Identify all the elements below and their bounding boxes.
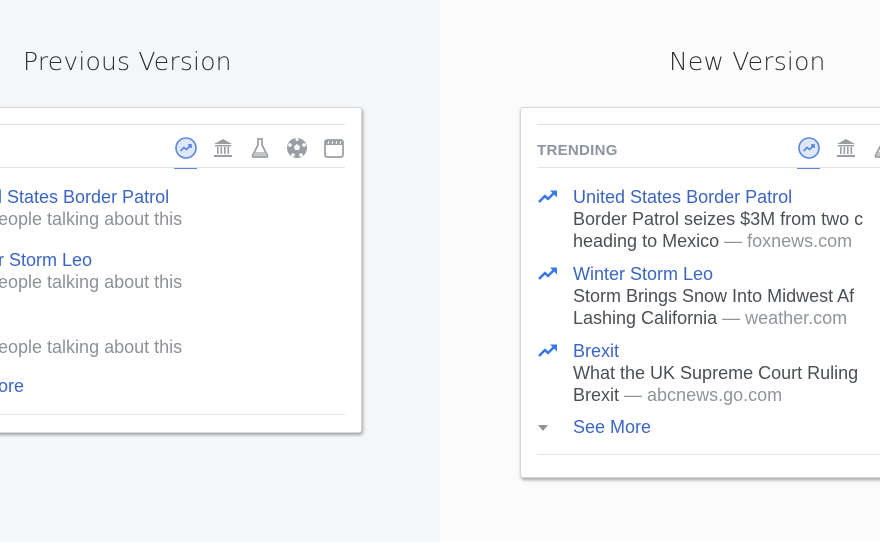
- list-item[interactable]: eople talking about this: [0, 336, 182, 358]
- item-talking-count: eople talking about this: [0, 209, 183, 229]
- item-headline[interactable]: Storm Brings Snow Into Midwest Af: [573, 285, 854, 307]
- divider: [537, 167, 880, 168]
- trending-header: TRENDING: [537, 142, 618, 159]
- item-headline[interactable]: What the UK Supreme Court Ruling: [573, 362, 858, 384]
- item-headline-end[interactable]: Lashing California: [573, 308, 717, 328]
- see-more-link[interactable]: See More: [538, 417, 651, 438]
- category-tabs: [790, 130, 880, 169]
- item-title[interactable]: l States Border Patrol: [0, 186, 182, 208]
- entertainment-icon[interactable]: [315, 130, 352, 166]
- list-item[interactable]: Brexit What the UK Supreme Court Ruling …: [538, 340, 858, 406]
- list-item[interactable]: Winter Storm Leo Storm Brings Snow Into …: [538, 263, 854, 329]
- separator: —: [717, 308, 746, 328]
- divider: [537, 124, 880, 125]
- trending-icon[interactable]: [167, 130, 204, 169]
- item-headline[interactable]: Border Patrol seizes $3M from two c: [573, 208, 863, 230]
- list-item[interactable]: United States Border Patrol Border Patro…: [538, 186, 863, 252]
- item-title[interactable]: United States Border Patrol: [573, 186, 863, 208]
- caret-down-icon: [538, 425, 548, 431]
- see-more-label[interactable]: See More: [573, 417, 651, 437]
- divider: [537, 454, 880, 455]
- item-title[interactable]: Brexit: [573, 340, 858, 362]
- trending-arrow-icon: [538, 190, 557, 203]
- item-headline-cont: Brexit — abcnews.go.com: [573, 384, 858, 406]
- item-talking-count: eople talking about this: [0, 272, 183, 292]
- trending-icon[interactable]: [790, 130, 827, 169]
- trending-arrow-icon: [538, 344, 557, 357]
- previous-version-pane: Previous Version l States Border Patrol …: [0, 0, 440, 542]
- trending-arrow-icon: [538, 267, 557, 280]
- previous-trending-card: l States Border Patrol eople talking abo…: [0, 107, 362, 433]
- divider: [0, 167, 345, 168]
- science-icon[interactable]: [241, 130, 278, 166]
- list-item[interactable]: r Storm Leo eople talking about this: [0, 249, 182, 293]
- science-icon[interactable]: [864, 130, 880, 166]
- item-headline-cont: heading to Mexico — foxnews.com: [573, 230, 863, 252]
- see-more-link[interactable]: ore: [0, 376, 24, 397]
- divider: [0, 414, 345, 415]
- category-tabs: [167, 130, 352, 169]
- separator: —: [619, 385, 648, 405]
- item-source: foxnews.com: [747, 231, 853, 251]
- new-version-title: New Version: [669, 47, 826, 76]
- item-title[interactable]: Winter Storm Leo: [573, 263, 854, 285]
- item-source: abcnews.go.com: [647, 385, 783, 405]
- item-talking-count: eople talking about this: [0, 337, 183, 357]
- item-headline-cont: Lashing California — weather.com: [573, 307, 854, 329]
- new-trending-card: TRENDING United States Border Patrol Bor…: [520, 107, 880, 478]
- divider: [0, 124, 345, 125]
- sports-icon[interactable]: [278, 130, 315, 166]
- new-version-pane: New Version TRENDING United States Borde…: [440, 0, 880, 542]
- item-source: weather.com: [745, 308, 848, 328]
- item-title[interactable]: r Storm Leo: [0, 249, 182, 271]
- politics-icon[interactable]: [204, 130, 241, 166]
- politics-icon[interactable]: [827, 130, 864, 166]
- previous-version-title: Previous Version: [23, 47, 232, 76]
- separator: —: [719, 231, 748, 251]
- item-headline-end[interactable]: Brexit: [573, 385, 619, 405]
- list-item[interactable]: l States Border Patrol eople talking abo…: [0, 186, 182, 230]
- item-headline-end[interactable]: heading to Mexico: [573, 231, 719, 251]
